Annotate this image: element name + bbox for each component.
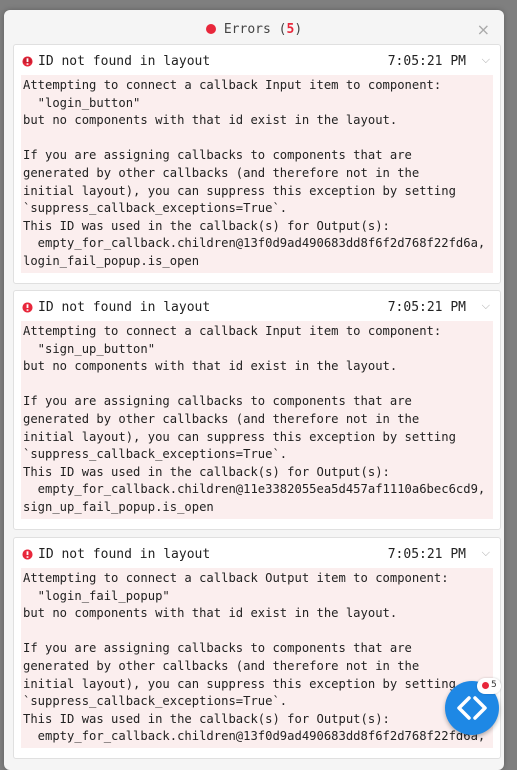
- error-card-header[interactable]: ID not found in layout 7:05:21 PM ⌵: [14, 45, 500, 75]
- error-message: Attempting to connect a callback Input i…: [21, 321, 493, 519]
- error-card-header[interactable]: ID not found in layout 7:05:21 PM ⌵: [14, 291, 500, 321]
- error-title: ID not found in layout: [38, 54, 211, 69]
- debug-error-count: 5: [491, 680, 497, 690]
- error-modal-title: Errors (5): [4, 22, 504, 37]
- error-time: 7:05:21 PM: [387, 54, 466, 69]
- error-card[interactable]: ID not found in layout 7:05:21 PM ⌵ Atte…: [13, 537, 501, 759]
- chevron-down-icon[interactable]: ⌵: [482, 546, 490, 560]
- open-paren: (: [270, 22, 287, 37]
- error-message: Attempting to connect a callback Output …: [21, 568, 493, 748]
- error-card[interactable]: ID not found in layout 7:05:21 PM ⌵ Atte…: [13, 290, 501, 530]
- error-card-header[interactable]: ID not found in layout 7:05:21 PM ⌵: [14, 538, 500, 568]
- error-title: ID not found in layout: [38, 300, 211, 315]
- error-icon: [22, 302, 33, 313]
- close-paren: ): [294, 22, 303, 37]
- error-title: ID not found in layout: [38, 547, 211, 562]
- errors-label: Errors: [223, 22, 271, 37]
- error-icon: [22, 56, 33, 67]
- error-time: 7:05:21 PM: [387, 300, 466, 315]
- close-icon[interactable]: ×: [477, 20, 490, 39]
- error-icon: [22, 549, 33, 560]
- error-card[interactable]: ID not found in layout 7:05:21 PM ⌵ Atte…: [13, 44, 501, 284]
- chevron-down-icon[interactable]: ⌵: [482, 53, 490, 67]
- chevron-down-icon[interactable]: ⌵: [482, 299, 490, 313]
- error-dot-icon: [205, 24, 216, 34]
- error-dot-icon: [482, 682, 489, 689]
- error-modal: Errors (5) × ID not found in layout 7:05…: [4, 10, 504, 770]
- debug-error-badge[interactable]: 5: [477, 678, 501, 694]
- error-message: Attempting to connect a callback Input i…: [21, 75, 493, 273]
- error-time: 7:05:21 PM: [387, 547, 466, 562]
